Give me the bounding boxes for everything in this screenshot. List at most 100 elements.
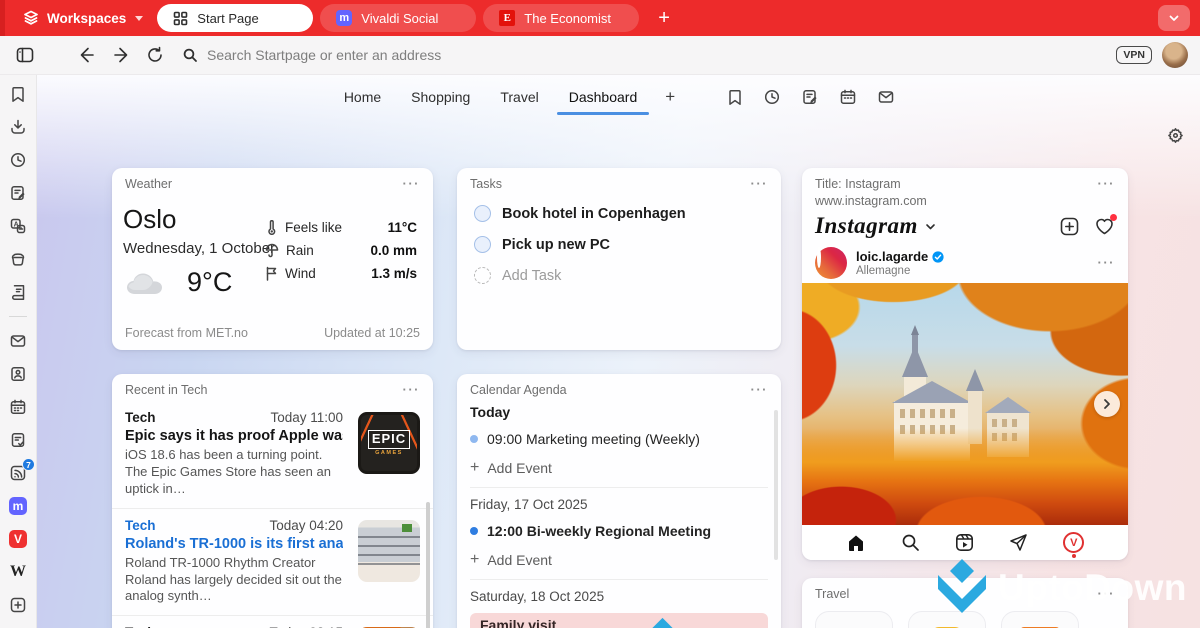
address-toolbar: VPN xyxy=(0,36,1200,75)
contacts-panel-button[interactable] xyxy=(8,365,28,383)
downloads-panel-button[interactable] xyxy=(8,118,28,136)
bookmarks-icon[interactable] xyxy=(727,89,743,106)
widget-menu-button[interactable]: ··· xyxy=(1098,590,1116,598)
news-item[interactable]: TechToday 02:15 Here's where to preorder… xyxy=(112,615,433,628)
sidebar-divider xyxy=(9,316,27,317)
task-checkbox[interactable] xyxy=(474,205,491,222)
profile-avatar[interactable] xyxy=(1162,42,1188,68)
bookmarks-panel-button[interactable] xyxy=(8,85,28,103)
wikipedia-webpanel-button[interactable]: W xyxy=(8,563,28,581)
reading-list-panel-button[interactable] xyxy=(8,283,28,301)
history-panel-button[interactable] xyxy=(8,151,28,169)
vivaldi-webpanel-button[interactable]: V xyxy=(9,530,27,548)
widget-scrollbar[interactable] xyxy=(774,410,778,560)
vpn-button[interactable]: VPN xyxy=(1116,46,1152,64)
task-item[interactable]: Book hotel in Copenhagen xyxy=(474,205,781,222)
add-webpanel-button[interactable] xyxy=(8,596,28,614)
search-icon xyxy=(182,47,198,63)
travel-widget: Travel ··· xyxy=(802,578,1128,628)
notification-dot xyxy=(1110,214,1117,221)
add-task-row[interactable]: Add Task xyxy=(474,267,781,284)
nav-add-button[interactable]: + xyxy=(665,87,675,107)
nav-tab-dashboard[interactable]: Dashboard xyxy=(567,83,640,111)
widget-menu-button[interactable]: ··· xyxy=(751,386,769,394)
stat-label: Wind xyxy=(285,266,364,281)
history-icon[interactable] xyxy=(763,88,781,106)
event-name: Marketing meeting (Weekly) xyxy=(526,431,700,447)
mastodon-webpanel-button[interactable]: m xyxy=(9,497,27,515)
speed-dial-tile[interactable] xyxy=(815,611,893,628)
tab-start-page[interactable]: Start Page xyxy=(157,4,313,32)
all-day-event-banner[interactable]: Family visit xyxy=(470,613,768,628)
nav-tab-home[interactable]: Home xyxy=(342,83,383,111)
feeds-panel-button[interactable]: 7 xyxy=(8,464,28,482)
startpage-settings-button[interactable] xyxy=(1167,127,1184,144)
calendar-event[interactable]: 12:00 Bi-weekly Regional Meeting xyxy=(470,523,768,539)
weather-temperature: 9°C xyxy=(187,267,232,298)
task-checkbox[interactable] xyxy=(474,236,491,253)
search-icon[interactable] xyxy=(901,533,920,552)
tab-the-economist[interactable]: E The Economist xyxy=(483,4,639,32)
news-item[interactable]: TechToday 11:00 Epic says it has proof A… xyxy=(112,401,433,508)
sessions-panel-button[interactable] xyxy=(8,250,28,268)
mail-panel-button[interactable] xyxy=(8,332,28,350)
notes-icon[interactable] xyxy=(801,88,819,106)
chevron-down-icon[interactable] xyxy=(925,221,936,232)
calendar-event[interactable]: 09:00 Marketing meeting (Weekly) xyxy=(470,431,768,447)
news-item[interactable]: TechToday 04:20 Roland's TR-1000 is its … xyxy=(112,508,433,616)
speed-dial-tile[interactable] xyxy=(908,611,986,628)
mail-icon[interactable] xyxy=(877,88,895,106)
tabbar-collapse-button[interactable] xyxy=(1158,5,1190,31)
widget-menu-button[interactable]: ··· xyxy=(403,180,421,188)
tasks-panel-button[interactable] xyxy=(8,431,28,449)
event-name: Bi-weekly Regional Meeting xyxy=(527,523,711,539)
add-event-button[interactable]: +Add Event xyxy=(470,460,768,476)
news-thumbnail-drum-machine xyxy=(358,520,420,582)
add-event-label: Add Event xyxy=(487,460,552,476)
instagram-photo xyxy=(802,283,1128,525)
translate-panel-button[interactable]: A xyxy=(8,217,28,235)
widget-menu-button[interactable]: ··· xyxy=(751,180,769,188)
tasks-widget: Tasks ··· Book hotel in Copenhagen Pick … xyxy=(457,168,781,350)
new-post-icon[interactable] xyxy=(1059,216,1080,237)
back-button[interactable] xyxy=(74,42,100,68)
speed-dial-tile[interactable] xyxy=(1001,611,1079,628)
weather-stat-row: Wind 1.3 m/s xyxy=(265,266,417,281)
search-input[interactable] xyxy=(207,47,1116,63)
notes-panel-button[interactable] xyxy=(8,184,28,202)
activity-heart-icon[interactable] xyxy=(1094,216,1115,237)
calendar-icon[interactable] xyxy=(839,88,857,106)
instagram-username-row[interactable]: loic.lagarde xyxy=(856,249,944,264)
stat-value: 11°C xyxy=(388,220,417,235)
tab-title: The Economist xyxy=(524,11,611,26)
reels-icon[interactable] xyxy=(955,533,974,552)
layers-icon xyxy=(22,9,40,27)
add-event-button[interactable]: +Add Event xyxy=(470,552,768,568)
post-menu-button[interactable]: ··· xyxy=(1098,259,1116,267)
nav-tab-travel[interactable]: Travel xyxy=(498,83,540,111)
calendar-panel-button[interactable] xyxy=(8,398,28,416)
story-ring-avatar[interactable] xyxy=(815,247,847,279)
profile-vivaldi-avatar[interactable]: V xyxy=(1063,532,1084,553)
widget-menu-button[interactable]: ··· xyxy=(1098,180,1116,188)
instagram-logo[interactable]: Instagram xyxy=(815,213,918,239)
panel-toggle-button[interactable] xyxy=(12,42,38,68)
new-tab-button[interactable]: + xyxy=(658,8,670,28)
nav-tab-shopping[interactable]: Shopping xyxy=(409,83,472,111)
share-icon[interactable] xyxy=(1009,533,1028,552)
widget-menu-button[interactable]: ··· xyxy=(403,386,421,394)
carousel-next-button[interactable] xyxy=(1094,391,1120,417)
news-category: Tech xyxy=(125,410,156,425)
forward-button[interactable] xyxy=(108,42,134,68)
reload-button[interactable] xyxy=(142,42,168,68)
widget-scrollbar[interactable] xyxy=(426,502,430,628)
event-time: 12:00 xyxy=(487,523,523,539)
task-item[interactable]: Pick up new PC xyxy=(474,236,781,253)
add-event-label: Add Event xyxy=(487,552,552,568)
cloud-icon xyxy=(123,268,169,298)
workspaces-button[interactable]: Workspaces xyxy=(22,9,143,27)
tab-vivaldi-social[interactable]: m Vivaldi Social xyxy=(320,4,476,32)
calendar-section-heading: Saturday, 18 Oct 2025 xyxy=(470,589,768,604)
home-icon[interactable] xyxy=(846,533,866,553)
address-field[interactable] xyxy=(182,47,1116,63)
